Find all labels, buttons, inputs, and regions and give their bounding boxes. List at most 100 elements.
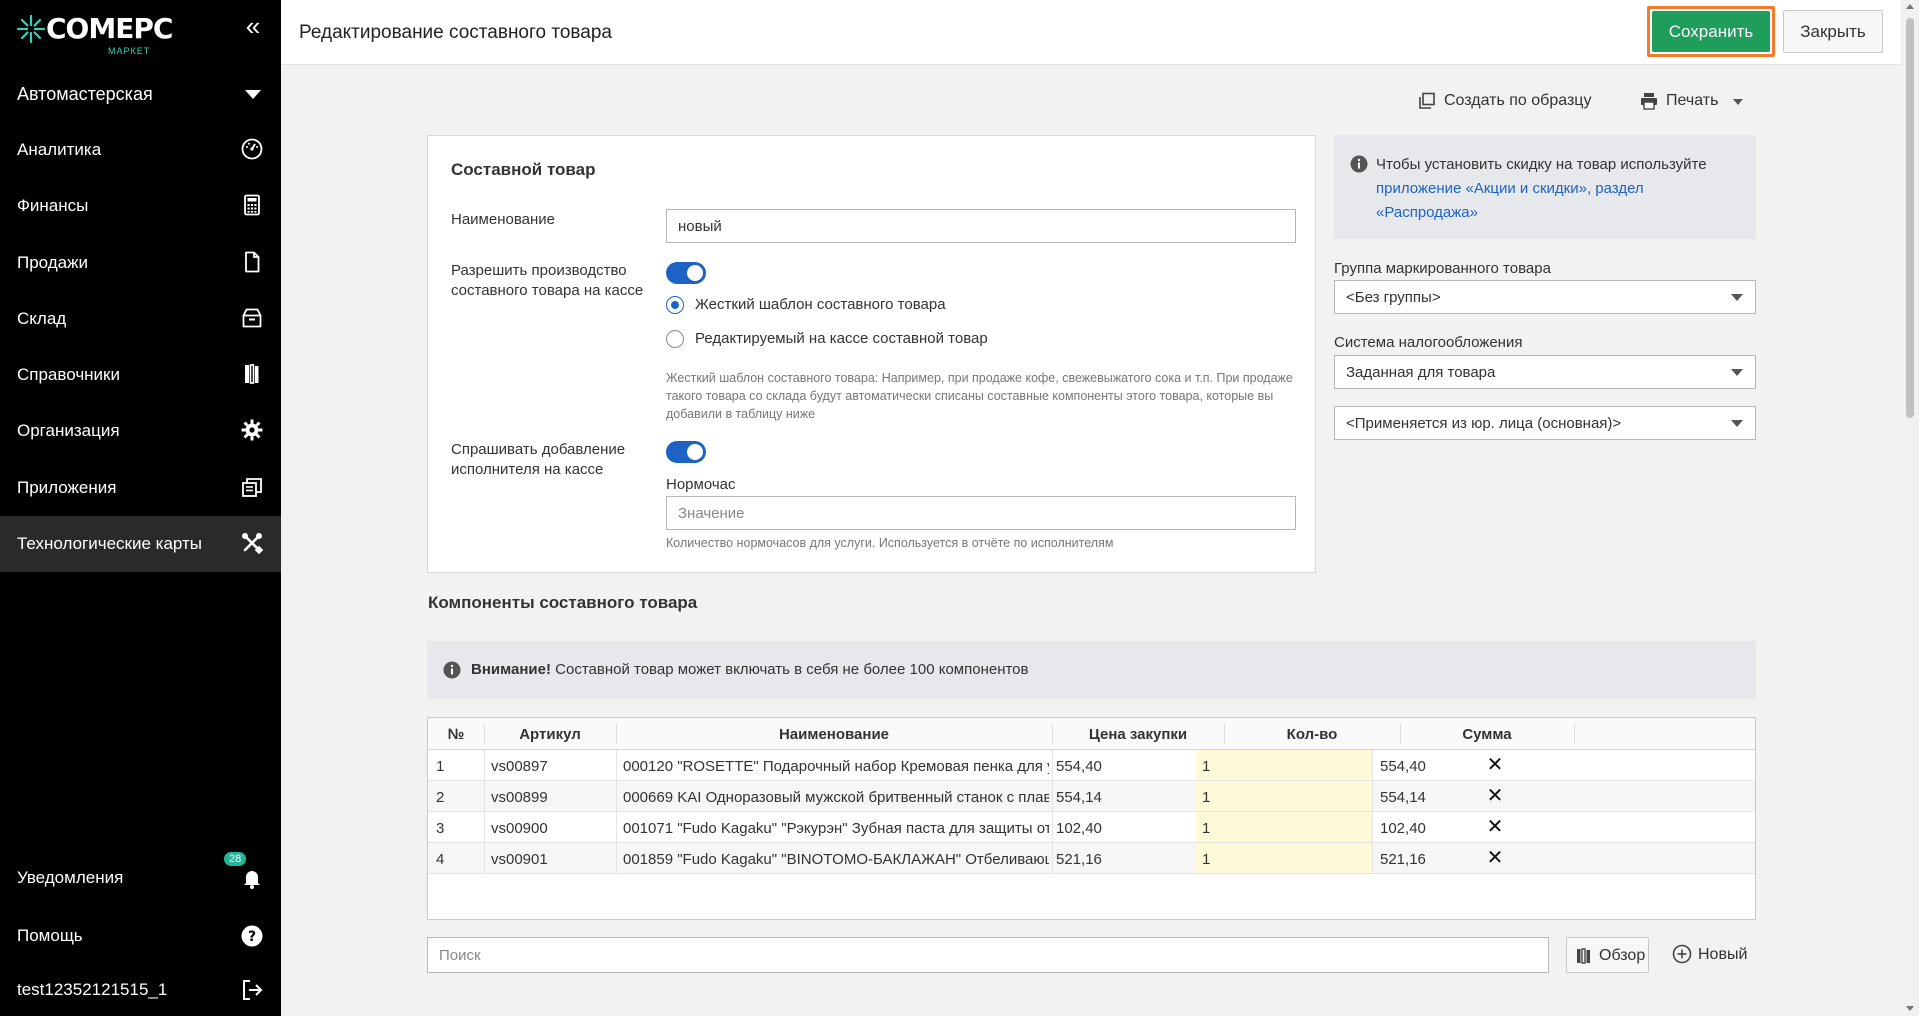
create-from-template-button[interactable]: Создать по образцу bbox=[1418, 90, 1592, 114]
table-row[interactable]: 2 vs00899 000669 KAI Одноразовый мужской… bbox=[428, 781, 1755, 812]
delete-row-icon[interactable]: ✕ bbox=[1485, 755, 1505, 775]
scroll-down-icon[interactable] bbox=[1906, 1006, 1914, 1011]
components-warning: Внимание! Составной товар может включать… bbox=[427, 641, 1756, 699]
quantity-cell[interactable]: 1 bbox=[1196, 781, 1372, 811]
calculator-icon bbox=[244, 194, 260, 216]
tools-icon bbox=[242, 533, 264, 555]
sidebar-item-label: Уведомления bbox=[17, 868, 124, 887]
discount-info-text: Чтобы установить скидку на товар использ… bbox=[1376, 153, 1746, 225]
marking-group-select[interactable]: <Без группы> bbox=[1334, 280, 1756, 314]
quantity-cell[interactable]: 1 bbox=[1196, 812, 1372, 842]
discount-info-message: Чтобы установить скидку на товар использ… bbox=[1376, 156, 1707, 173]
components-table: № Артикул Наименование Цена закупки Кол-… bbox=[427, 717, 1756, 920]
vat-select[interactable]: <Применяется из юр. лица (основная)> bbox=[1334, 406, 1756, 440]
logo[interactable]: COMEPC МАРКЕТ bbox=[16, 8, 173, 56]
sidebar-item-tech-cards[interactable]: Технологические карты bbox=[0, 516, 281, 573]
radio-fixed-template[interactable] bbox=[666, 296, 684, 314]
org-selector[interactable]: Автомастерская bbox=[0, 72, 281, 116]
notifications-badge: 28 bbox=[224, 852, 247, 866]
sidebar-item-sales[interactable]: Продажи bbox=[0, 235, 281, 291]
logo-text: COMEPC bbox=[46, 12, 173, 45]
table-row[interactable]: 4 vs00901 001859 "Fudo Kagaku" "BINOTOMO… bbox=[428, 843, 1755, 874]
caret-down-icon bbox=[1731, 294, 1743, 301]
gauge-icon bbox=[241, 138, 263, 160]
delete-row-icon[interactable]: ✕ bbox=[1485, 848, 1505, 868]
column-header-quantity[interactable]: Кол-во bbox=[1224, 726, 1400, 743]
print-button[interactable]: Печать bbox=[1640, 90, 1750, 114]
plus-circle-icon bbox=[1672, 944, 1692, 964]
sidebar-item-references[interactable]: Справочники bbox=[0, 347, 281, 403]
row-quantity: 1 bbox=[1202, 758, 1211, 775]
page-title: Редактирование составного товара bbox=[299, 22, 612, 43]
sidebar-item-warehouse[interactable]: Склад bbox=[0, 291, 281, 347]
info-icon bbox=[1350, 155, 1368, 173]
marking-group-value: <Без группы> bbox=[1346, 289, 1441, 306]
row-name: 000669 KAI Одноразовый мужской бритвенны… bbox=[623, 789, 1049, 806]
row-name: 001859 "Fudo Kagaku" "BINOTOMO-БАКЛАЖАН"… bbox=[623, 851, 1049, 868]
component-search-input[interactable] bbox=[427, 937, 1549, 973]
row-quantity: 1 bbox=[1202, 789, 1211, 806]
gear-icon bbox=[241, 419, 263, 441]
sidebar-item-organization[interactable]: Организация bbox=[0, 403, 281, 459]
row-sum: 554,14 bbox=[1380, 789, 1426, 806]
table-header: № Артикул Наименование Цена закупки Кол-… bbox=[428, 718, 1755, 750]
close-button[interactable]: Закрыть bbox=[1783, 10, 1883, 53]
quantity-cell[interactable]: 1 bbox=[1196, 750, 1372, 780]
row-quantity: 1 bbox=[1202, 820, 1211, 837]
sidebar-item-help[interactable]: Помощь ? bbox=[0, 914, 281, 958]
delete-row-icon[interactable]: ✕ bbox=[1485, 817, 1505, 837]
sidebar-item-notifications[interactable]: Уведомления 28 bbox=[0, 852, 281, 900]
row-name: 000120 "ROSETTE" Подарочный набор Кремов… bbox=[623, 758, 1049, 775]
page-scrollbar[interactable] bbox=[1901, 0, 1919, 1016]
discount-app-link[interactable]: приложение «Акции и скидки», раздел «Рас… bbox=[1376, 180, 1644, 221]
vat-value: <Применяется из юр. лица (основная)> bbox=[1346, 415, 1622, 432]
column-header-name[interactable]: Наименование bbox=[616, 726, 1052, 743]
sidebar-item-analytics[interactable]: Аналитика bbox=[0, 122, 281, 178]
tax-system-select[interactable]: Заданная для товара bbox=[1334, 355, 1756, 389]
row-number: 2 bbox=[436, 789, 445, 806]
row-price: 102,40 bbox=[1056, 820, 1102, 837]
printer-icon bbox=[1641, 93, 1657, 110]
new-component-button[interactable]: Новый bbox=[1672, 944, 1752, 968]
scroll-up-icon[interactable] bbox=[1906, 4, 1914, 9]
row-sku: vs00897 bbox=[491, 758, 548, 775]
info-icon bbox=[443, 661, 461, 679]
sidebar-item-finance[interactable]: Финансы bbox=[0, 178, 281, 234]
sidebar-item-user[interactable]: test12352121515_1 bbox=[0, 968, 281, 1012]
save-button-highlight: Сохранить bbox=[1647, 6, 1775, 57]
radio-editable[interactable] bbox=[666, 330, 684, 348]
table-row[interactable]: 3 vs00900 001071 "Fudo Kagaku" "Рэкурэн"… bbox=[428, 812, 1755, 843]
tax-system-value: Заданная для товара bbox=[1346, 364, 1496, 381]
caret-down-icon bbox=[245, 90, 261, 99]
caret-down-icon bbox=[1731, 420, 1743, 427]
scrollbar-thumb[interactable] bbox=[1906, 18, 1914, 418]
name-input[interactable] bbox=[666, 209, 1296, 243]
table-row[interactable]: 1 vs00897 000120 "ROSETTE" Подарочный на… bbox=[428, 750, 1755, 781]
column-header-price[interactable]: Цена закупки bbox=[1052, 726, 1224, 743]
allow-production-toggle[interactable] bbox=[666, 262, 706, 284]
copy-icon bbox=[1419, 92, 1435, 109]
ask-executor-toggle[interactable] bbox=[666, 441, 706, 463]
column-header-sku[interactable]: Артикул bbox=[484, 726, 616, 743]
sidebar: COMEPC МАРКЕТ « Автомастерская Аналитика… bbox=[0, 0, 281, 1016]
user-name: test12352121515_1 bbox=[17, 980, 168, 999]
norm-hours-input[interactable] bbox=[666, 496, 1296, 530]
column-header-number[interactable]: № bbox=[428, 726, 484, 743]
warning-message: Составной товар может включать в себя не… bbox=[550, 661, 1029, 678]
browse-button[interactable]: Обзор bbox=[1566, 937, 1649, 973]
sidebar-item-label: Склад bbox=[17, 308, 67, 328]
sidebar-item-label: Помощь bbox=[17, 926, 83, 945]
collapse-sidebar-icon[interactable]: « bbox=[238, 12, 268, 42]
delete-row-icon[interactable]: ✕ bbox=[1485, 786, 1505, 806]
column-header-sum[interactable]: Сумма bbox=[1400, 726, 1574, 743]
sidebar-nav: Аналитика Финансы Продажи Склад Справочн… bbox=[0, 122, 281, 573]
sidebar-item-apps[interactable]: Приложения bbox=[0, 460, 281, 516]
row-number: 3 bbox=[436, 820, 445, 837]
ask-executor-label: Спрашивать добавление исполнителя на кас… bbox=[451, 441, 626, 478]
save-button[interactable]: Сохранить bbox=[1652, 11, 1770, 52]
norm-hours-hint: Количество нормочасов для услуги. Исполь… bbox=[666, 536, 1114, 550]
create-from-template-label: Создать по образцу bbox=[1444, 92, 1592, 109]
page-header: Редактирование составного товара Сохрани… bbox=[281, 0, 1901, 65]
quantity-cell[interactable]: 1 bbox=[1196, 843, 1372, 873]
sidebar-item-label: Аналитика bbox=[17, 140, 102, 159]
